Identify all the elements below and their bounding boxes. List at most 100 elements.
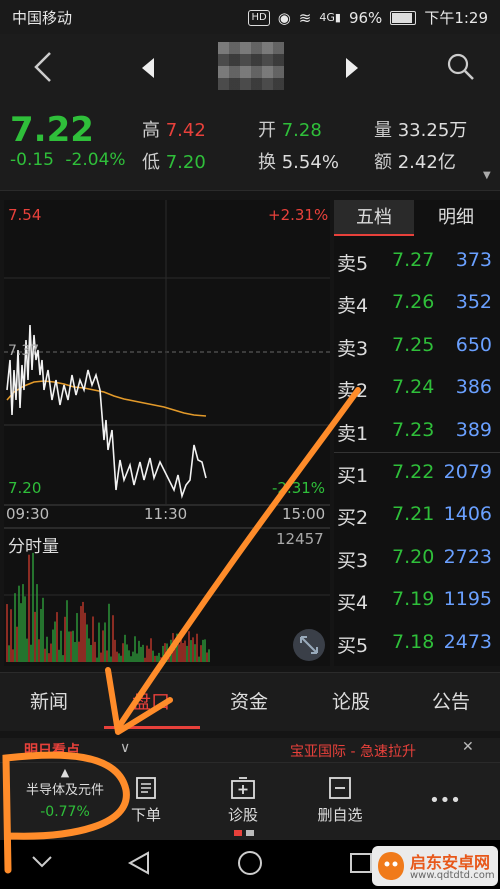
- order-book-row[interactable]: 卖2 7.24 386: [334, 367, 500, 409]
- next-stock-icon[interactable]: [344, 58, 360, 78]
- chart-mid-price: 7.37: [8, 343, 40, 359]
- order-level-price: 7.19: [392, 588, 435, 611]
- order-level-price: 7.27: [392, 249, 435, 271]
- nav-collapse-icon[interactable]: [30, 852, 54, 872]
- low-value: 7.20: [165, 152, 206, 173]
- status-icons: HD ◉ ≋ 4G▮ 96% 下午1:29: [248, 7, 488, 28]
- amount-value: 2.42亿: [397, 152, 456, 173]
- tab-announcement[interactable]: 公告: [432, 687, 470, 714]
- tab-handicap[interactable]: 盘口: [132, 687, 170, 714]
- expand-quote-icon[interactable]: ▼: [483, 170, 491, 181]
- sector-change: -0.77%: [40, 804, 90, 820]
- order-book-row[interactable]: 卖3 7.25 650: [334, 325, 500, 367]
- tab-detail[interactable]: 明细: [416, 200, 496, 236]
- order-level-label: 买1: [337, 465, 369, 487]
- volume-max: 12457: [276, 530, 324, 548]
- order-button[interactable]: 下单: [126, 776, 166, 825]
- order-level-label: 买5: [337, 634, 369, 657]
- order-level-volume: 1195: [443, 588, 492, 611]
- order-book-row[interactable]: 卖5 7.27 373: [334, 240, 500, 282]
- tab-funds[interactable]: 资金: [230, 687, 268, 714]
- order-level-label: 卖1: [337, 422, 369, 445]
- order-level-label: 买2: [337, 507, 369, 530]
- order-level-volume: 386: [455, 376, 492, 399]
- back-icon[interactable]: [30, 50, 56, 84]
- chart-bottom-pct: -2.31%: [272, 479, 326, 497]
- turnover-value: 5.54%: [281, 152, 339, 173]
- intraday-chart[interactable]: [4, 200, 330, 666]
- tab-news[interactable]: 新闻: [30, 687, 68, 714]
- order-level-price: 7.26: [392, 291, 435, 314]
- order-book-row[interactable]: 买3 7.20 2723: [334, 537, 500, 579]
- high-value: 7.42: [165, 120, 206, 141]
- order-book-row[interactable]: 买1 7.22 2079: [334, 452, 500, 494]
- order-book-row[interactable]: 卖1 7.23 389: [334, 410, 500, 452]
- badge-red: [234, 830, 242, 836]
- order-level-volume: 373: [455, 249, 492, 271]
- signal-icon: 4G▮: [319, 11, 341, 24]
- time-mid: 11:30: [144, 505, 188, 523]
- order-level-volume: 650: [455, 333, 492, 356]
- diagnose-icon: [231, 777, 255, 799]
- order-book-tabs: 五档 明细: [334, 200, 500, 236]
- remove-watch-label: 删自选: [317, 806, 363, 824]
- battery-percent: 96%: [348, 8, 383, 27]
- chevron-down-icon: ∨: [120, 740, 131, 756]
- order-level-price: 7.24: [392, 376, 435, 399]
- chart-top-pct: +2.31%: [268, 206, 329, 224]
- volume-value: 33.25万: [397, 120, 468, 141]
- news-right[interactable]: 宝亚国际 - 急速拉升: [290, 741, 416, 761]
- order-level-label: 卖5: [337, 253, 369, 275]
- amount-stat: 额 2.42亿: [374, 152, 456, 173]
- more-button[interactable]: •••: [420, 790, 470, 811]
- order-level-label: 卖4: [337, 295, 369, 318]
- watermark: 启东安卓网 www.qdtdtd.com: [372, 846, 498, 886]
- order-level-volume: 389: [455, 418, 492, 441]
- order-level-label: 买3: [337, 549, 369, 572]
- sector-name: 半导体及元件: [25, 783, 104, 798]
- remove-icon: [329, 777, 351, 799]
- diagnose-label: 诊股: [227, 806, 258, 824]
- close-icon[interactable]: ✕: [462, 739, 474, 755]
- news-strip[interactable]: 明日看点 ∨ 宝亚国际 - 急速拉升 ✕: [0, 738, 500, 762]
- sector-button[interactable]: ▲ 半导体及元件 -0.77%: [4, 766, 126, 820]
- remove-watch-button[interactable]: 删自选: [312, 776, 368, 825]
- volume-chart-title: 分时量: [8, 537, 59, 557]
- wifi-icon: ≋: [298, 8, 312, 27]
- order-book-row[interactable]: 买5 7.18 2473: [334, 622, 500, 664]
- nav-home-icon[interactable]: [236, 849, 264, 877]
- nav-back-icon[interactable]: [126, 850, 152, 876]
- diagnose-button[interactable]: 诊股: [218, 776, 268, 836]
- open-stat: 开 7.28: [258, 120, 322, 141]
- open-value: 7.28: [281, 120, 322, 141]
- watermark-url: www.qdtdtd.com: [410, 870, 495, 881]
- tab-five-levels[interactable]: 五档: [334, 200, 414, 236]
- prev-stock-icon[interactable]: [140, 58, 156, 78]
- nav-recents-icon[interactable]: [348, 851, 374, 875]
- watermark-logo-icon: [378, 852, 404, 880]
- order-level-volume: 352: [455, 291, 492, 314]
- battery-icon: [390, 10, 417, 25]
- order-level-volume: 1406: [443, 503, 492, 526]
- time-start: 09:30: [6, 505, 50, 523]
- order-level-label: 买4: [337, 592, 369, 615]
- order-level-label: 卖2: [337, 380, 369, 403]
- carrier-name: 中国移动: [12, 9, 73, 27]
- high-stat: 高 7.42: [142, 120, 206, 141]
- order-level-price: 7.20: [392, 545, 435, 568]
- order-book-row[interactable]: 买4 7.19 1195: [334, 579, 500, 621]
- order-level-label: 卖3: [337, 337, 369, 360]
- volume-stat: 量 33.25万: [374, 120, 468, 141]
- stock-name-mask-overlay: [218, 42, 284, 90]
- change-percent: -2.04%: [65, 150, 126, 170]
- order-book-row[interactable]: 卖4 7.26 352: [334, 282, 500, 324]
- tab-discussion[interactable]: 论股: [332, 687, 370, 714]
- order-book-row[interactable]: 买2 7.21 1406: [334, 494, 500, 536]
- search-icon[interactable]: [446, 52, 476, 82]
- chart-top-price: 7.54: [8, 206, 42, 224]
- news-left[interactable]: 明日看点: [24, 740, 80, 760]
- order-level-volume: 2079: [443, 461, 492, 483]
- avg-price-line: [6, 380, 207, 417]
- change-value: -0.15: [10, 150, 54, 170]
- low-stat: 低 7.20: [142, 152, 206, 173]
